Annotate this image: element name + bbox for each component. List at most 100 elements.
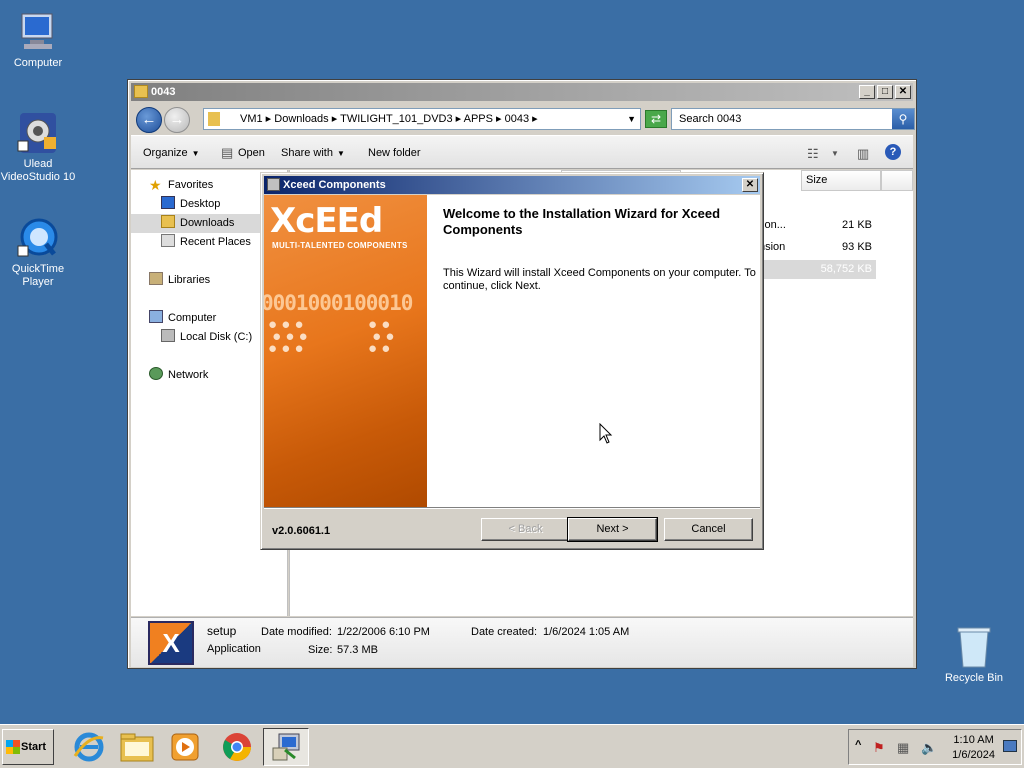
libraries-icon — [149, 272, 163, 285]
volume-muted-icon[interactable]: 🔈 — [921, 740, 937, 756]
taskbar-chrome[interactable] — [214, 728, 260, 766]
details-modified-value: 1/22/2006 6:10 PM — [337, 626, 430, 638]
dialog-content: Welcome to the Installation Wizard for X… — [427, 195, 760, 507]
cancel-button[interactable]: Cancel — [664, 518, 753, 541]
folder-icon — [208, 112, 220, 126]
clock-date: 1/6/2024 — [952, 749, 995, 761]
command-bar: Organize ▼ ▤ Open Share with ▼ New folder … — [131, 135, 913, 169]
refresh-button[interactable]: ⇄ — [645, 110, 667, 128]
network-status-icon[interactable]: ▦ — [897, 740, 909, 756]
open-button[interactable]: Open — [238, 147, 265, 159]
banner-dots-decoration: ● ● ● ● ● ● ● ● ● — [268, 316, 308, 357]
back-button[interactable]: ← — [136, 107, 162, 133]
installer-icon — [267, 178, 280, 191]
details-pane: X setup Application Date modified: 1/22/… — [131, 617, 913, 667]
xceed-banner: XcEEd MULTI-TALENTED COMPONENTS 00010001… — [264, 195, 427, 507]
forward-button[interactable]: → — [164, 107, 190, 133]
dialog-separator — [264, 507, 760, 509]
minimize-button[interactable]: _ — [859, 85, 875, 99]
notification-area: ^ ⚑ ▦ 🔈 1:10 AM 1/6/2024 — [848, 729, 1022, 765]
desktop-icon-label: QuickTime Player — [11, 263, 65, 288]
open-icon: ▤ — [221, 145, 234, 160]
window-title: 0043 — [151, 86, 176, 98]
show-desktop-icon[interactable] — [1003, 740, 1017, 752]
hard-drive-icon — [161, 329, 175, 342]
help-icon[interactable]: ? — [885, 144, 901, 160]
downloads-icon — [161, 215, 175, 228]
search-placeholder: Search 0043 — [679, 113, 742, 125]
xceed-tagline: MULTI-TALENTED COMPONENTS — [272, 241, 408, 250]
folder-icon — [134, 85, 148, 98]
column-header-extra[interactable] — [881, 170, 913, 191]
action-center-flag-icon[interactable]: ⚑ — [873, 740, 885, 756]
clock[interactable]: 1:10 AM 1/6/2024 — [952, 733, 995, 763]
file-size: 21 KB — [842, 219, 872, 231]
details-size-label: Size: — [308, 644, 333, 656]
maximize-button[interactable]: □ — [877, 85, 893, 99]
details-size-value: 57.3 MB — [337, 644, 378, 656]
desktop-icon-label: Ulead VideoStudio 10 — [0, 158, 76, 183]
setup-application-icon: X — [148, 621, 194, 665]
installer-dialog: Xceed Components ✕ XcEEd MULTI-TALENTED … — [260, 172, 764, 550]
banner-binary-text: 0001000100010 — [264, 291, 413, 315]
chevron-down-icon[interactable]: ▼ — [831, 149, 839, 158]
details-created-value: 1/6/2024 1:05 AM — [543, 626, 630, 638]
desktop-icon-computer[interactable]: Computer — [0, 10, 76, 70]
new-folder-button[interactable]: New folder — [368, 147, 421, 159]
windows-logo-icon — [6, 740, 20, 754]
folder-icon — [120, 733, 154, 762]
recycle-bin-icon — [956, 625, 992, 669]
column-header-size[interactable]: Size — [801, 170, 881, 191]
desktop-icon-label: Recycle Bin — [944, 672, 1004, 684]
xceed-logo: XcEEd — [270, 201, 383, 241]
desktop-icon-label: Computer — [13, 57, 63, 69]
file-size: 58,752 KB — [820, 263, 872, 275]
taskbar: Start ^ ⚑ ▦ 🔈 1:10 AM 1/6/2024 — [0, 724, 1024, 768]
address-path: VM1 ▸ Downloads ▸ TWILIGHT_101_DVD3 ▸ AP… — [240, 113, 538, 125]
desktop-icon-recycle-bin[interactable]: Recycle Bin — [936, 625, 1012, 685]
file-row[interactable]: tion... 21 KB — [759, 216, 876, 235]
chevron-down-icon[interactable]: ▼ — [627, 109, 636, 129]
details-modified-label: Date modified: — [261, 626, 332, 638]
preview-pane-icon[interactable]: ▥ — [857, 146, 869, 162]
chrome-icon — [223, 733, 251, 761]
quicktime-icon — [16, 216, 60, 260]
wizard-body-text: This Wizard will install Xceed Component… — [443, 267, 756, 292]
start-label: Start — [21, 741, 47, 753]
desktop-icon-quicktime[interactable]: QuickTime Player — [0, 216, 76, 289]
start-button[interactable]: Start — [2, 729, 54, 765]
explorer-title-bar[interactable]: 0043 _ □ ✕ — [131, 83, 913, 101]
dialog-title: Xceed Components — [283, 179, 386, 191]
file-row-selected[interactable]: 58,752 KB — [759, 260, 876, 279]
dialog-title-bar[interactable]: Xceed Components ✕ — [264, 176, 760, 194]
file-size: 93 KB — [842, 241, 872, 253]
taskbar-xceed-installer[interactable] — [263, 728, 309, 766]
next-button[interactable]: Next > — [567, 517, 658, 542]
file-row[interactable]: nsion 93 KB — [759, 238, 876, 257]
details-created-label: Date created: — [471, 626, 538, 638]
share-with-button[interactable]: Share with ▼ — [281, 147, 345, 159]
search-input[interactable]: Search 0043 ⚲ — [671, 108, 915, 130]
wizard-heading: Welcome to the Installation Wizard for X… — [443, 206, 721, 237]
close-button[interactable]: ✕ — [742, 178, 758, 192]
details-file-type: Application — [207, 643, 261, 655]
close-button[interactable]: ✕ — [895, 85, 911, 99]
desktop-icon — [161, 196, 175, 209]
back-button[interactable]: < Back — [481, 518, 570, 541]
organize-button[interactable]: Organize ▼ — [143, 147, 200, 159]
desktop-icon-ulead[interactable]: Ulead VideoStudio 10 — [0, 111, 76, 184]
taskbar-internet-explorer[interactable] — [66, 728, 112, 766]
taskbar-media-player[interactable] — [162, 728, 208, 766]
details-file-name: setup — [207, 624, 237, 638]
version-label: v2.0.6061.1 — [272, 525, 331, 537]
computer-icon — [16, 10, 60, 54]
address-bar[interactable]: VM1 ▸ Downloads ▸ TWILIGHT_101_DVD3 ▸ AP… — [203, 108, 641, 130]
recent-places-icon — [161, 234, 175, 247]
network-icon — [149, 367, 163, 380]
view-options-icon[interactable]: ☷ — [807, 146, 819, 162]
media-player-icon — [171, 733, 199, 761]
show-hidden-icons-icon[interactable]: ^ — [855, 739, 861, 751]
clock-time: 1:10 AM — [953, 734, 994, 746]
taskbar-windows-explorer[interactable] — [114, 728, 160, 766]
search-icon[interactable]: ⚲ — [892, 109, 914, 129]
